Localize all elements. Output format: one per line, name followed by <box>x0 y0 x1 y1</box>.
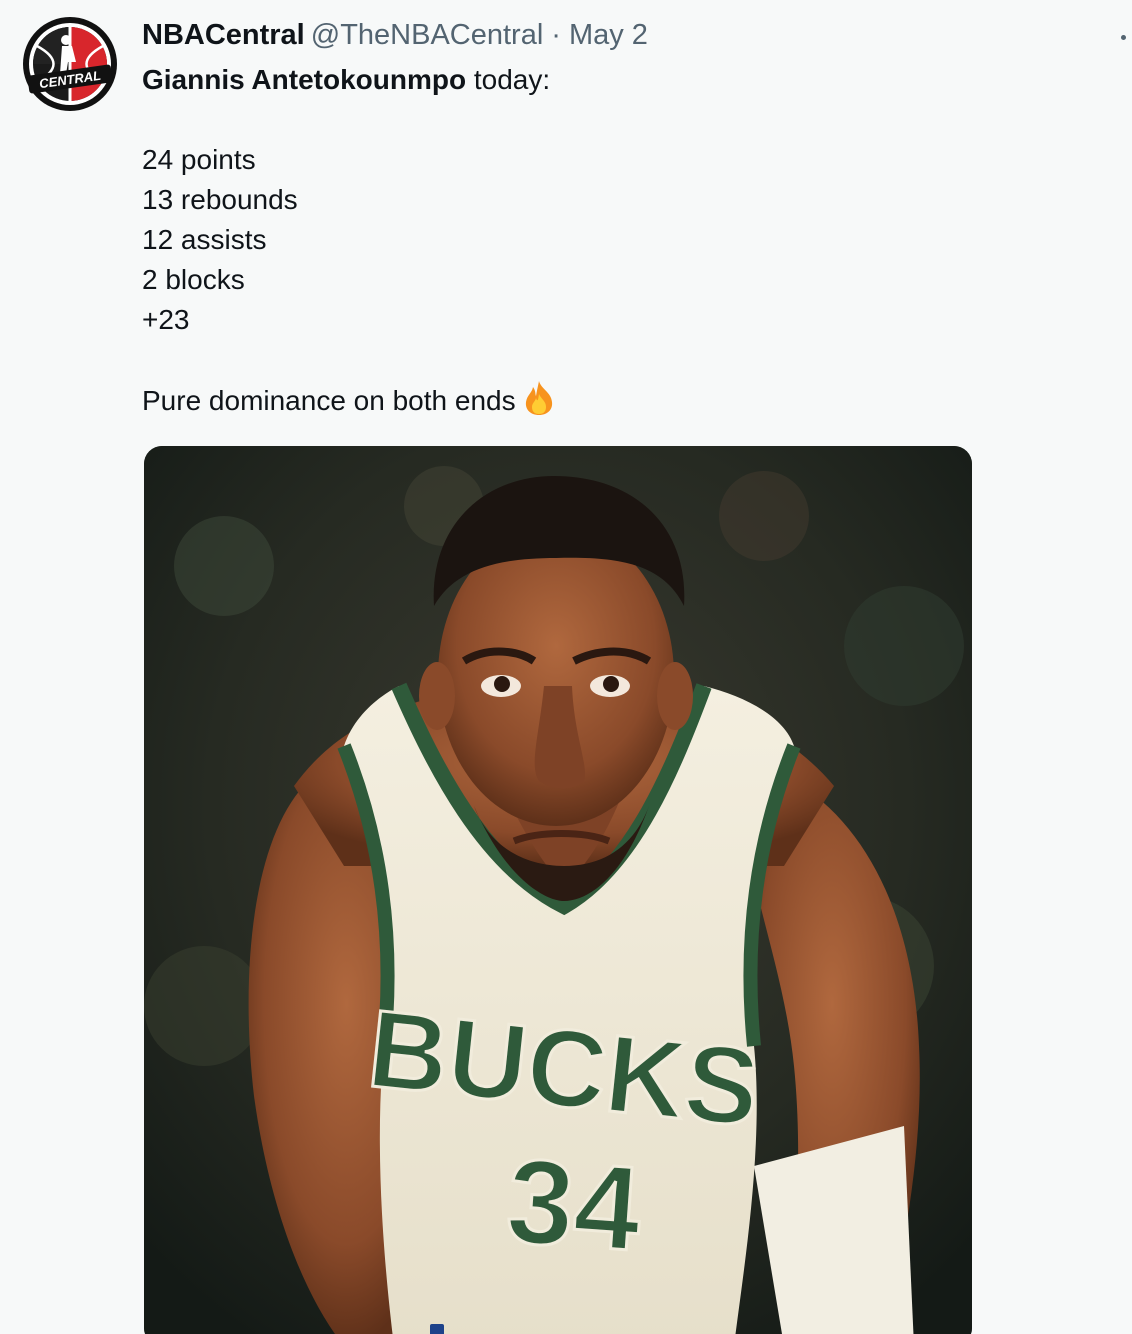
tweet-photo[interactable]: BUCKS 34 <box>144 446 972 1334</box>
jersey-number: 34 <box>503 1134 646 1277</box>
nba-logo-icon <box>430 1324 444 1334</box>
more-options-icon <box>1121 35 1126 40</box>
user-handle[interactable]: @TheNBACentral <box>311 19 544 51</box>
more-options-button[interactable] <box>1112 18 1132 52</box>
player-name: Giannis Antetokounmpo <box>142 64 467 95</box>
stat-line: +23 <box>142 304 190 335</box>
stat-line: 24 points <box>142 144 256 175</box>
header-separator: · <box>551 19 561 51</box>
stat-line: 2 blocks <box>142 264 245 295</box>
tweet-text: Giannis Antetokounmpo today: 24 points 1… <box>142 60 1002 420</box>
tweet-header: NBACentral @TheNBACentral · May 2 <box>142 18 648 52</box>
player-photo: BUCKS 34 <box>144 446 972 1334</box>
stat-line: 12 assists <box>142 224 267 255</box>
closing-line: Pure dominance on both ends <box>142 380 1002 420</box>
avatar[interactable]: CENTRAL <box>22 16 118 112</box>
lead-rest: today: <box>466 64 551 95</box>
tweet-card[interactable]: CENTRAL NBACentral @TheNBACentral · May 2 G… <box>0 0 1132 1334</box>
nba-central-logo-icon: CENTRAL <box>23 17 117 111</box>
closing-text: Pure dominance on both ends <box>142 385 516 416</box>
stat-line: 13 rebounds <box>142 184 298 215</box>
fire-emoji-icon <box>525 381 552 415</box>
tweet-lead-line: Giannis Antetokounmpo today: <box>142 60 1002 100</box>
tweet-date[interactable]: May 2 <box>569 19 648 51</box>
display-name[interactable]: NBACentral <box>142 19 305 51</box>
